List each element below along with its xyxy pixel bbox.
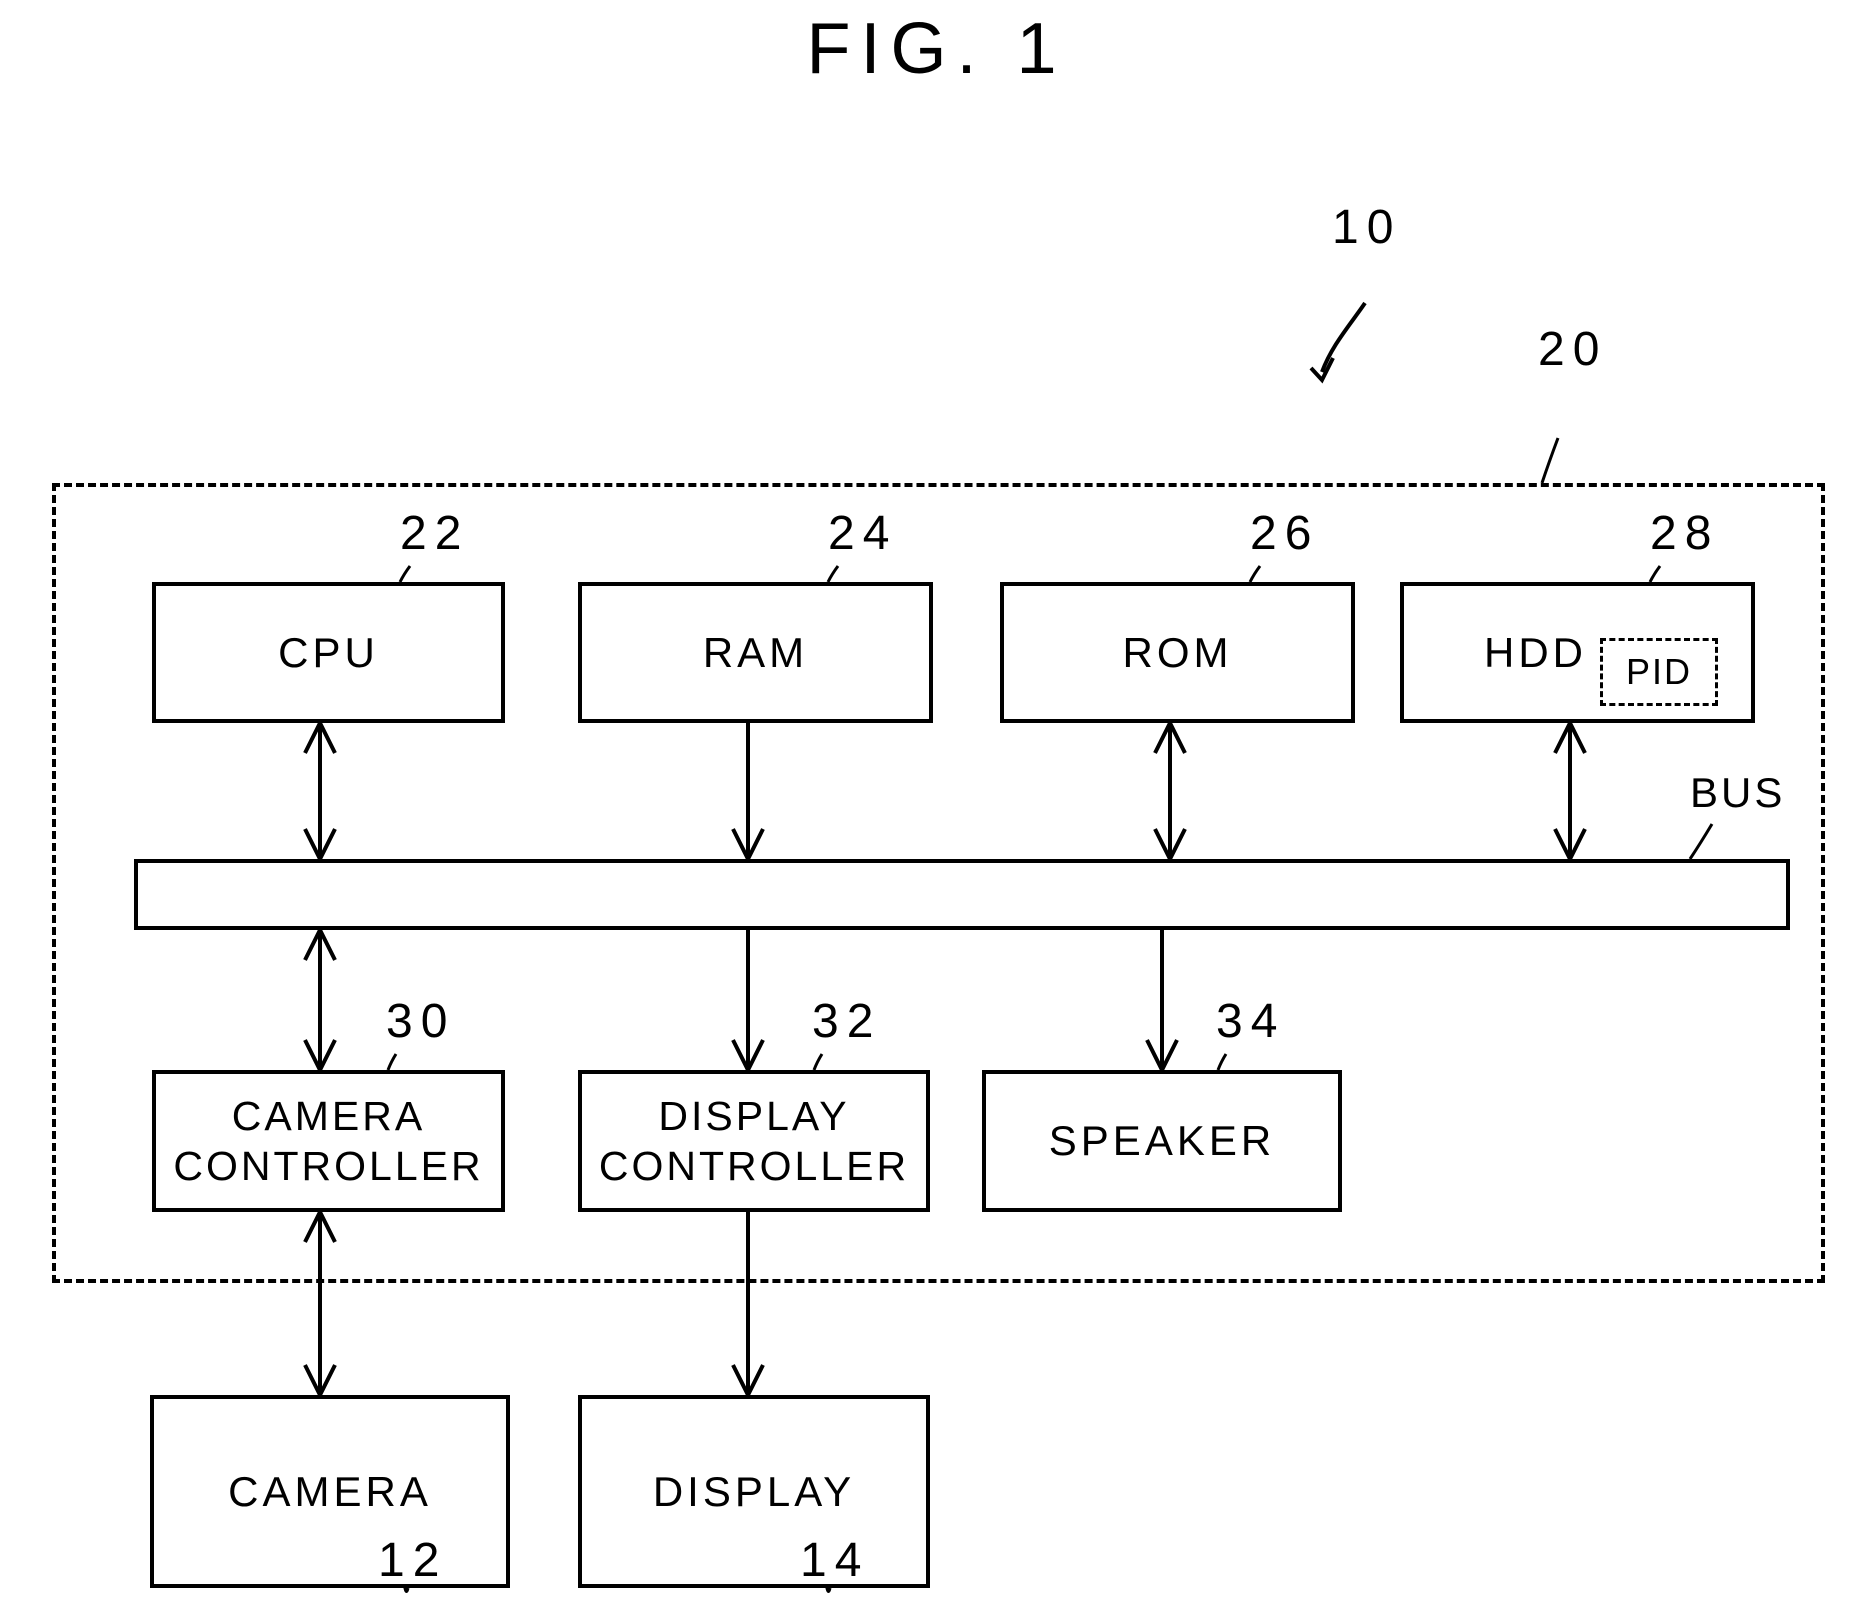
- reference-numeral-30: 30: [386, 995, 456, 1048]
- reference-numeral-24: 24: [828, 507, 898, 560]
- reference-numeral-34: 34: [1216, 995, 1286, 1048]
- block-ram: RAM: [578, 582, 933, 723]
- leader-line: [1540, 437, 1560, 484]
- block-camera: CAMERA: [150, 1395, 510, 1588]
- block-display: DISPLAY: [578, 1395, 930, 1588]
- figure-page: FIG. 1 BUS CPU RAM ROM HDD PID CAMERA CONTROL…: [0, 0, 1873, 1613]
- block-label-camera: CAMERA: [228, 1467, 432, 1515]
- system-bus: [134, 859, 1790, 930]
- block-label-rom: ROM: [1122, 628, 1233, 676]
- block-rom: ROM: [1000, 582, 1355, 723]
- block-speaker: SPEAKER: [982, 1070, 1342, 1212]
- reference-numeral-28: 28: [1650, 507, 1720, 560]
- block-label-display: DISPLAY: [652, 1467, 856, 1515]
- block-pid: PID: [1600, 638, 1718, 706]
- block-label-pid: PID: [1625, 651, 1692, 692]
- block-label-speaker: SPEAKER: [1048, 1117, 1276, 1165]
- block-label-display-controller: DISPLAY CONTROLLER: [598, 1092, 910, 1189]
- reference-numeral-32: 32: [812, 995, 882, 1048]
- block-label-ram: RAM: [702, 628, 809, 676]
- system-pointer-arrow: [1309, 301, 1367, 384]
- block-label-camera-controller: CAMERA CONTROLLER: [173, 1092, 484, 1189]
- reference-numeral-20: 20: [1538, 323, 1608, 376]
- reference-numeral-10: 10: [1332, 201, 1402, 254]
- block-display-controller: DISPLAY CONTROLLER: [578, 1070, 930, 1212]
- block-label-hdd: HDD: [1484, 628, 1587, 676]
- reference-numeral-26: 26: [1250, 507, 1320, 560]
- reference-numeral-14: 14: [800, 1534, 870, 1587]
- bus-label: BUS: [1690, 769, 1786, 816]
- reference-numeral-22: 22: [400, 507, 470, 560]
- block-label-cpu: CPU: [278, 628, 379, 676]
- reference-numeral-12: 12: [378, 1534, 448, 1587]
- block-cpu: CPU: [152, 582, 505, 723]
- block-camera-controller: CAMERA CONTROLLER: [152, 1070, 505, 1212]
